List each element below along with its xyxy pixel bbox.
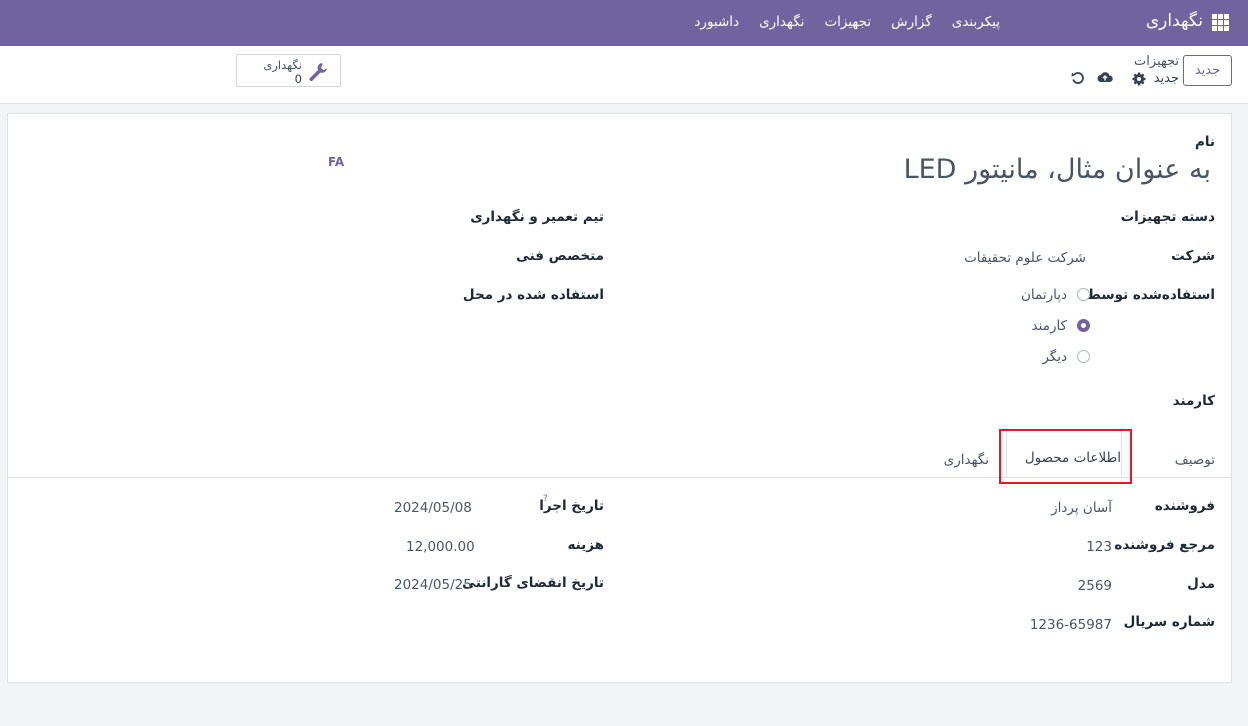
new-button[interactable]: جدید — [1183, 55, 1232, 86]
vendor-ref-label: مرجع فروشنده — [1114, 537, 1215, 553]
location-label: استفاده شده در محل — [462, 287, 604, 303]
smart-button-count: 0 — [294, 72, 302, 86]
model-label: مدل — [1187, 576, 1215, 592]
effective-date-field[interactable]: 2024/05/08 — [394, 500, 472, 516]
category-label: دسته تجهیزات — [1120, 209, 1215, 225]
menu-dashboard[interactable]: داشبورد — [694, 14, 739, 30]
serial-label: شماره سریال — [1123, 614, 1215, 630]
model-field[interactable]: 2569 — [1078, 578, 1112, 594]
top-navbar: نگهداری داشبورد نگهداری تجهیزات گزارش پی… — [0, 0, 1248, 46]
vendor-label: فروشنده — [1154, 498, 1215, 514]
discard-icon[interactable] — [1070, 70, 1086, 86]
radio-other-label[interactable]: دیگر — [1042, 349, 1067, 365]
warranty-label: تاریخ انقضای گارانتی — [462, 575, 604, 591]
breadcrumb-parent[interactable]: تجهیزات — [1134, 54, 1179, 69]
breadcrumb-current: جدید — [1153, 71, 1179, 86]
highlight-box — [999, 429, 1132, 484]
serial-field[interactable]: 1236-65987 — [1030, 617, 1112, 633]
control-panel: جدید تجهیزات جدید نگهداری 0 — [0, 46, 1248, 104]
wrench-icon — [309, 63, 327, 82]
vendor-ref-field[interactable]: 123 — [1086, 539, 1112, 555]
smart-button-label: نگهداری — [263, 58, 302, 72]
employee-label: کارمند — [1172, 393, 1215, 409]
company-label: شرکت — [1171, 248, 1215, 264]
menu-maintenance[interactable]: نگهداری — [759, 14, 804, 30]
language-button[interactable]: FA — [328, 155, 344, 169]
radio-other[interactable] — [1077, 350, 1090, 363]
vendor-field[interactable]: آسان پرداز — [1051, 500, 1112, 516]
radio-department[interactable] — [1077, 288, 1090, 301]
menu-reporting[interactable]: گزارش — [891, 14, 932, 30]
radio-department-label[interactable]: دپارتمان — [1021, 287, 1067, 303]
technician-label: متخصص فنی — [515, 248, 604, 264]
warranty-field[interactable]: 2024/05/25 — [394, 577, 472, 593]
effective-date-label: تاریخ اجرا — [539, 498, 604, 514]
help-tooltip-icon[interactable]: ? — [543, 494, 548, 504]
cost-label: هزینه — [567, 537, 604, 553]
maintenance-smart-button[interactable]: نگهداری 0 — [236, 54, 341, 87]
name-input[interactable]: به عنوان مثال، مانیتور LED — [904, 154, 1211, 185]
company-field[interactable]: شرکت علوم تحقیقات — [964, 250, 1086, 266]
form-sheet: نام به عنوان مثال، مانیتور LED FA دسته ت… — [7, 113, 1232, 683]
tab-description[interactable]: توصیف — [1175, 452, 1215, 468]
team-label: تیم تعمیر و نگهداری — [470, 209, 604, 225]
used-by-label: استفاده‌شده توسط — [1086, 287, 1215, 303]
name-label: نام — [1194, 134, 1215, 150]
tab-maintenance[interactable]: نگهداری — [944, 452, 989, 468]
radio-employee[interactable] — [1077, 319, 1090, 332]
app-brand[interactable]: نگهداری — [1146, 11, 1203, 31]
radio-employee-label[interactable]: کارمند — [1032, 318, 1067, 334]
cloud-save-icon[interactable] — [1097, 69, 1113, 85]
cost-field[interactable]: 12,000.00 — [406, 539, 475, 555]
gear-icon[interactable] — [1131, 71, 1147, 87]
apps-menu-icon[interactable] — [1212, 14, 1230, 32]
menu-equipment[interactable]: تجهیزات — [824, 14, 871, 30]
menu-configuration[interactable]: پیکربندی — [952, 14, 1000, 30]
main-menu: داشبورد نگهداری تجهیزات گزارش پیکربندی — [694, 14, 1000, 30]
